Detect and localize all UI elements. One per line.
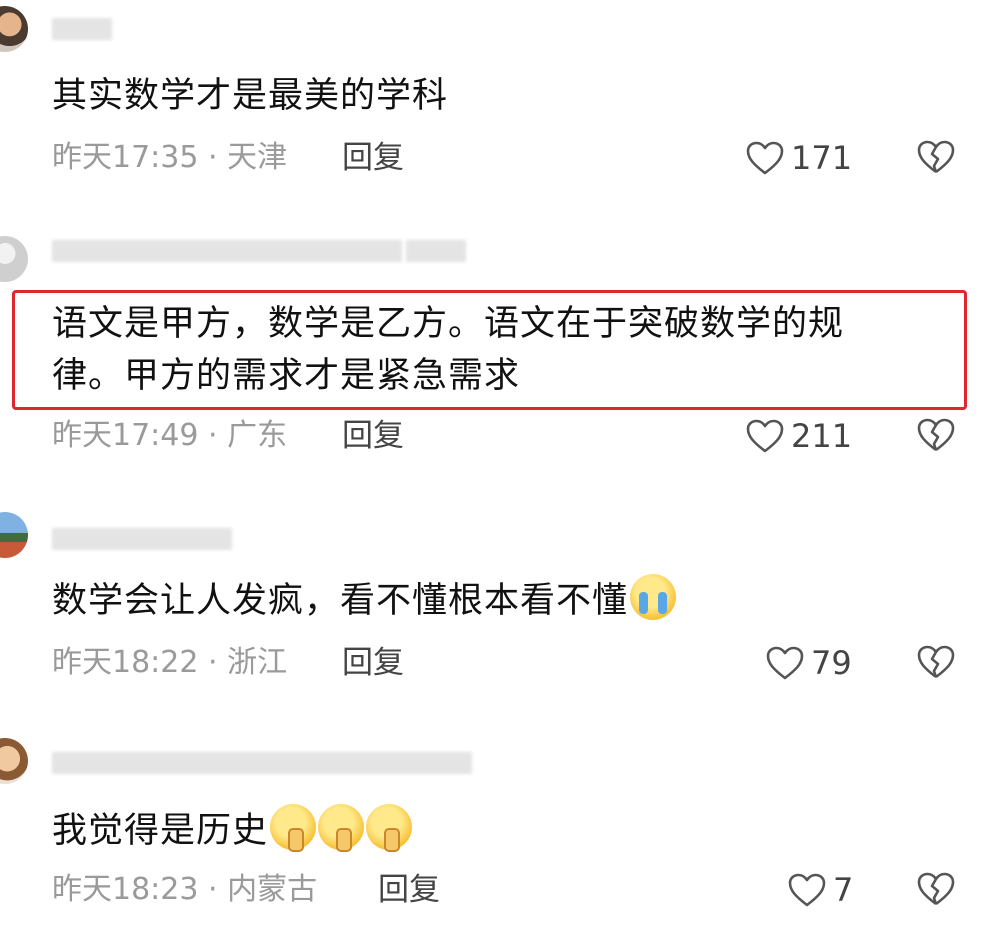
shushing-face-icon — [318, 804, 365, 852]
username-blurred[interactable] — [52, 752, 476, 778]
comment-text-row: 我觉得是历史 — [52, 804, 413, 857]
shushing-face-icon — [270, 804, 317, 852]
comment-meta: 昨天18:23 · 内蒙古 — [52, 872, 318, 907]
comment-4: 我觉得是历史 昨天18:23 · 内蒙古 回复 7 — [0, 0, 1006, 946]
heart-icon — [787, 872, 827, 908]
like-count: 7 — [833, 871, 854, 909]
comment-text: 我觉得是历史 — [52, 811, 269, 851]
shushing-face-icon — [366, 804, 413, 852]
like-button[interactable]: 7 — [787, 870, 853, 910]
broken-heart-icon[interactable] — [916, 870, 956, 910]
avatar[interactable] — [0, 738, 28, 784]
reply-button[interactable]: 回复 — [378, 870, 440, 910]
